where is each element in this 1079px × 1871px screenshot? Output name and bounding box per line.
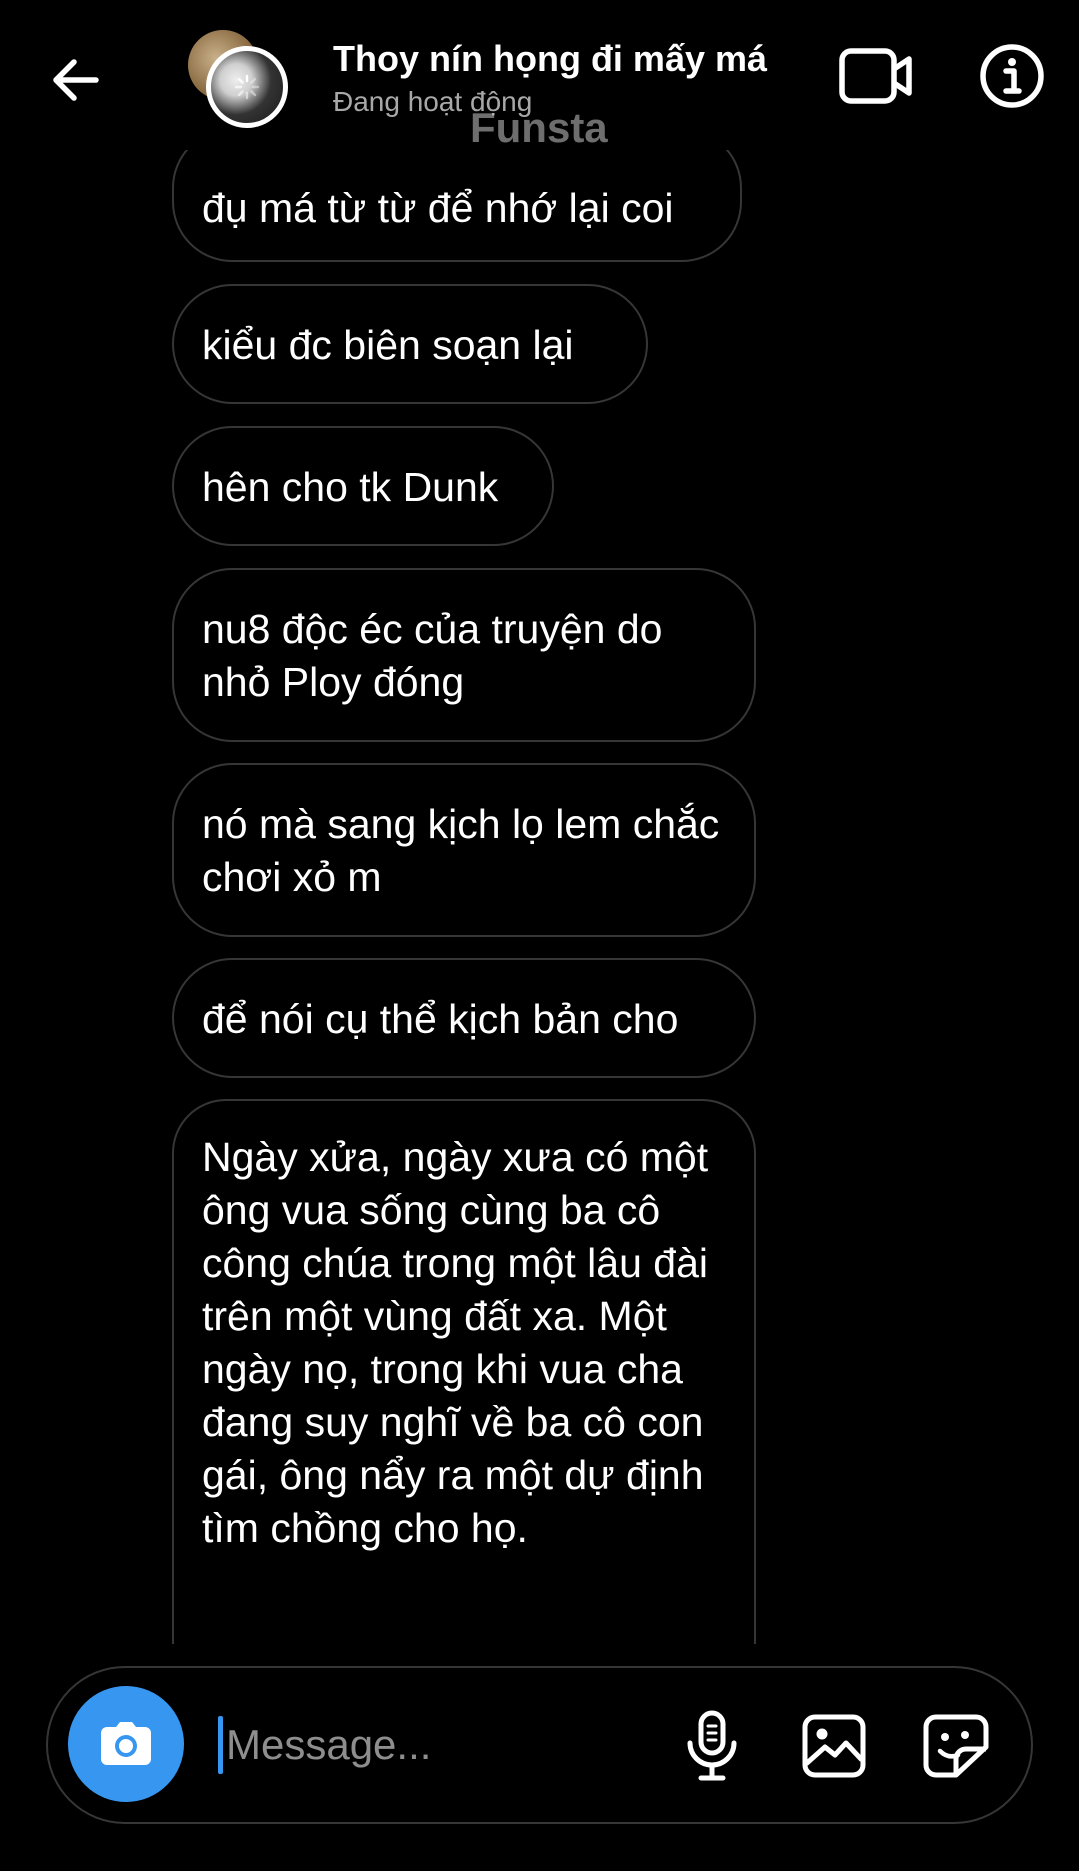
video-call-button[interactable] <box>836 40 916 112</box>
message-bubble[interactable]: đụ má từ từ để nhớ lại coi <box>172 150 742 262</box>
message-thread[interactable]: đụ má từ từ để nhớ lại coi kiểu đc biên … <box>0 150 1079 1644</box>
sticker-icon <box>923 1714 989 1778</box>
message-bubble[interactable]: để nói cụ thể kịch bản cho <box>172 958 756 1078</box>
message-text: nó mà sang kịch lọ lem chắc chơi xỏ m <box>202 801 720 900</box>
message-text: để nói cụ thể kịch bản cho <box>202 996 679 1042</box>
avatar[interactable] <box>188 30 292 134</box>
back-button[interactable] <box>40 44 112 116</box>
camera-button[interactable] <box>68 1686 184 1802</box>
message-text: Ngày xửa, ngày xưa có một ông vua sống c… <box>202 1134 709 1551</box>
chat-header: Thoy nín họng đi mấy má Đang hoạt động <box>0 0 1079 150</box>
arrow-left-icon <box>53 59 99 101</box>
chat-title-block[interactable]: Thoy nín họng đi mấy má Đang hoạt động <box>333 36 803 120</box>
message-bubble[interactable]: nó mà sang kịch lọ lem chắc chơi xỏ m <box>172 763 756 937</box>
avatar-primary <box>206 46 288 128</box>
message-composer <box>46 1666 1033 1824</box>
message-text: hên cho tk Dunk <box>202 464 499 510</box>
info-button[interactable] <box>972 36 1052 116</box>
message-bubble[interactable]: hên cho tk Dunk <box>172 426 554 546</box>
info-icon <box>980 44 1044 108</box>
message-text: nu8 độc éc của truyện do nhỏ Ploy đóng <box>202 606 663 705</box>
message-bubble[interactable]: kiểu đc biên soạn lại <box>172 284 648 404</box>
active-status: Đang hoạt động <box>333 86 533 117</box>
sticker-button[interactable] <box>914 1704 998 1788</box>
loading-spinner-icon <box>234 74 260 100</box>
message-bubble[interactable]: nu8 độc éc của truyện do nhỏ Ploy đóng <box>172 568 756 742</box>
microphone-icon <box>687 1710 737 1781</box>
gallery-button[interactable] <box>792 1704 876 1788</box>
image-icon <box>802 1714 866 1778</box>
voice-message-button[interactable] <box>670 1704 754 1788</box>
chat-title: Thoy nín họng đi mấy má <box>333 38 768 79</box>
message-input[interactable] <box>220 1708 696 1782</box>
camera-icon <box>101 1722 151 1765</box>
message-text: kiểu đc biên soạn lại <box>202 322 574 368</box>
message-bubble[interactable]: Ngày xửa, ngày xưa có một ông vua sống c… <box>172 1099 756 1644</box>
message-text: đụ má từ từ để nhớ lại coi <box>202 185 674 231</box>
video-camera-icon <box>839 48 912 104</box>
